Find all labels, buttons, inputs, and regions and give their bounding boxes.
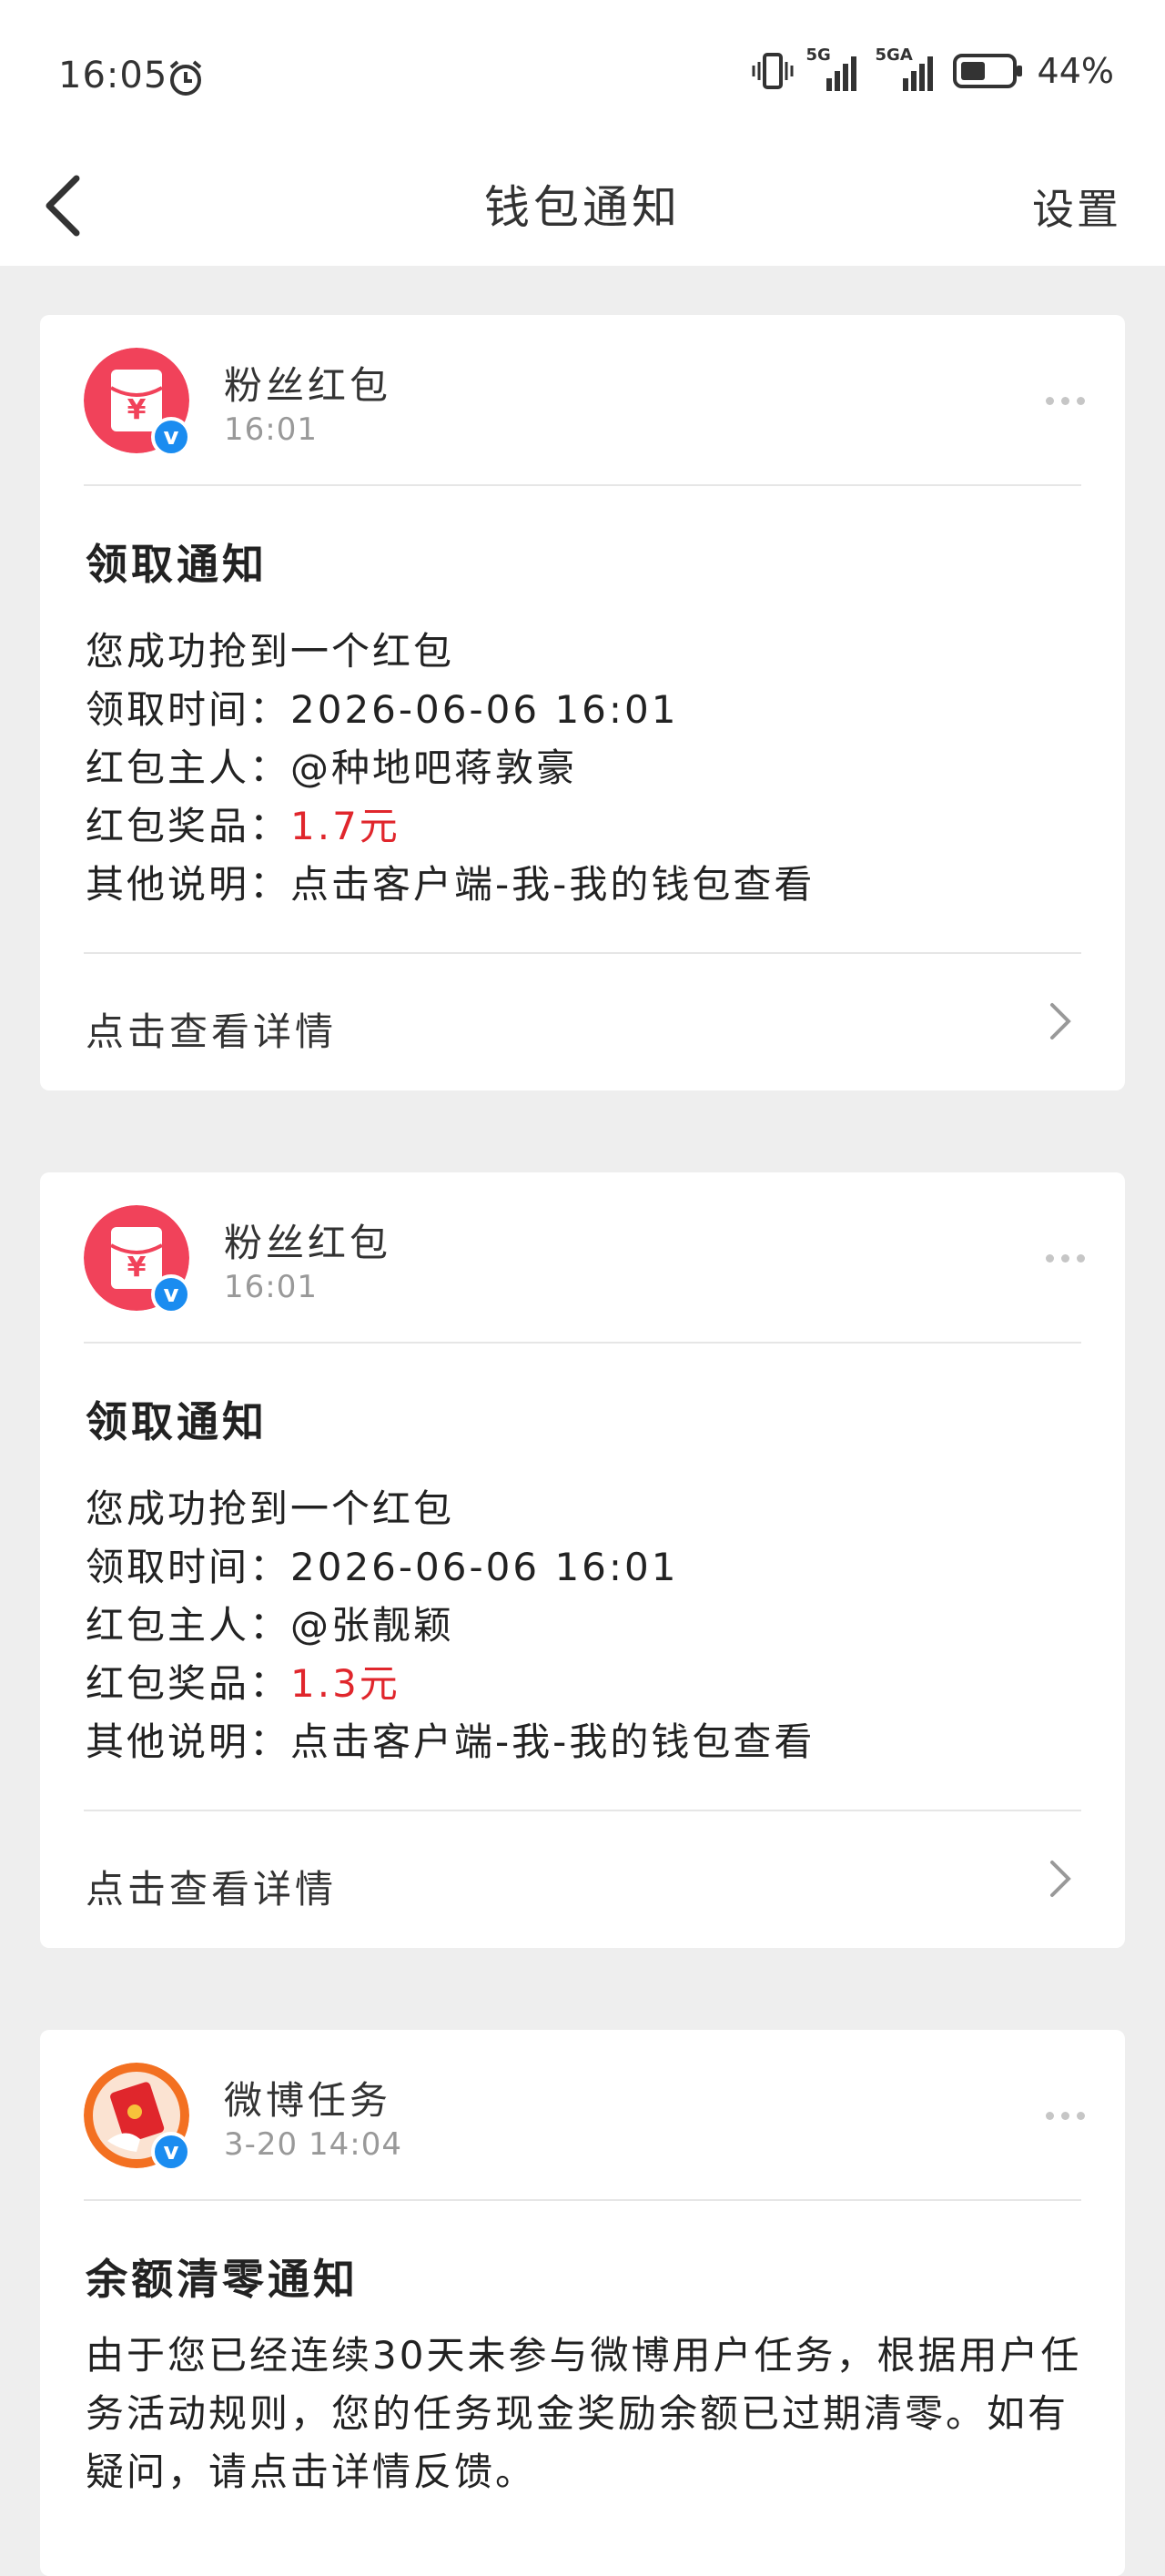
message-line: 其他说明：点击客户端-我-我的钱包查看 <box>86 862 816 907</box>
message-line: 红包主人：@种地吧蒋敦豪 <box>86 745 578 790</box>
battery-percent: 44% <box>1037 51 1114 91</box>
message-line: 领取时间：2026-06-06 16:01 <box>86 687 679 732</box>
verified-badge-icon: v <box>151 417 191 457</box>
divider <box>84 952 1081 954</box>
sender-time: 3-20 14:04 <box>224 2126 402 2163</box>
svg-text:¥: ¥ <box>127 394 147 426</box>
status-time: 16:05 <box>58 55 168 96</box>
card-header: v 微博任务 3-20 14:04 <box>40 2030 1125 2203</box>
view-details-link[interactable]: 点击查看详情 <box>86 1859 337 1914</box>
notification-card: ¥ v 粉丝红包 16:01 领取通知 您成功抢到一个红包 领取时间：2026-… <box>40 1172 1125 1948</box>
divider <box>84 1342 1081 1344</box>
notification-card: v 微博任务 3-20 14:04 余额清零通知 由于您已经连续30天未参与微博… <box>40 2030 1125 2576</box>
verified-badge-icon: v <box>151 1274 191 1314</box>
sender-time: 16:01 <box>224 1269 318 1305</box>
nav-bar: 钱包通知 设置 <box>0 146 1165 266</box>
signal-5ga-icon: 5GA <box>876 46 939 91</box>
view-details-link[interactable]: 点击查看详情 <box>86 1001 337 1057</box>
status-bar: 16:05 5G 5GA 44% <box>0 0 1165 146</box>
chevron-right-icon[interactable] <box>1041 1857 1078 1901</box>
vibrate-icon <box>752 53 794 89</box>
message-title: 余额清零通知 <box>86 2255 359 2304</box>
divider <box>84 1810 1081 1811</box>
sender-name: 微博任务 <box>224 2078 392 2123</box>
card-header: ¥ v 粉丝红包 16:01 <box>40 1172 1125 1345</box>
notification-card: ¥ v 粉丝红包 16:01 领取通知 您成功抢到一个红包 领取时间：2026-… <box>40 315 1125 1090</box>
more-icon[interactable] <box>1046 397 1085 405</box>
alarm-icon <box>169 60 202 96</box>
verified-badge-icon: v <box>151 2132 191 2172</box>
message-title: 领取通知 <box>86 540 268 589</box>
card-header: ¥ v 粉丝红包 16:01 <box>40 315 1125 488</box>
sender-name: 粉丝红包 <box>224 1221 392 1265</box>
prize-amount: 1.3元 <box>290 1661 400 1706</box>
message-line: 红包主人：@张靓颖 <box>86 1603 455 1648</box>
avatar[interactable]: v <box>84 2063 191 2172</box>
message-line: 红包奖品：1.7元 <box>86 804 400 848</box>
page-title: 钱包通知 <box>484 181 681 234</box>
message-line: 领取时间：2026-06-06 16:01 <box>86 1545 679 1589</box>
message-line: 其他说明：点击客户端-我-我的钱包查看 <box>86 1719 816 1764</box>
sender-time: 16:01 <box>224 411 318 448</box>
avatar[interactable]: ¥ v <box>84 348 191 457</box>
svg-text:¥: ¥ <box>127 1252 147 1283</box>
settings-button[interactable]: 设置 <box>1032 177 1121 237</box>
more-icon[interactable] <box>1046 1254 1085 1263</box>
battery-icon <box>952 54 1022 88</box>
divider <box>84 484 1081 486</box>
prize-amount: 1.7元 <box>290 804 400 848</box>
avatar[interactable]: ¥ v <box>84 1205 191 1314</box>
status-right: 5G 5GA 44% <box>752 46 1114 91</box>
message-line: 您成功抢到一个红包 <box>86 629 455 674</box>
message-title: 领取通知 <box>86 1397 268 1446</box>
message-line: 您成功抢到一个红包 <box>86 1486 455 1531</box>
divider <box>84 2199 1081 2201</box>
signal-5g-icon: 5G <box>806 46 863 91</box>
sender-name: 粉丝红包 <box>224 363 392 408</box>
chevron-right-icon[interactable] <box>1041 999 1078 1043</box>
message-line: 红包奖品：1.3元 <box>86 1661 400 1706</box>
message-body: 由于您已经连续30天未参与微博用户任务，根据用户任务活动规则，您的任务现金奖励余… <box>86 2333 1082 2494</box>
more-icon[interactable] <box>1046 2112 1085 2120</box>
